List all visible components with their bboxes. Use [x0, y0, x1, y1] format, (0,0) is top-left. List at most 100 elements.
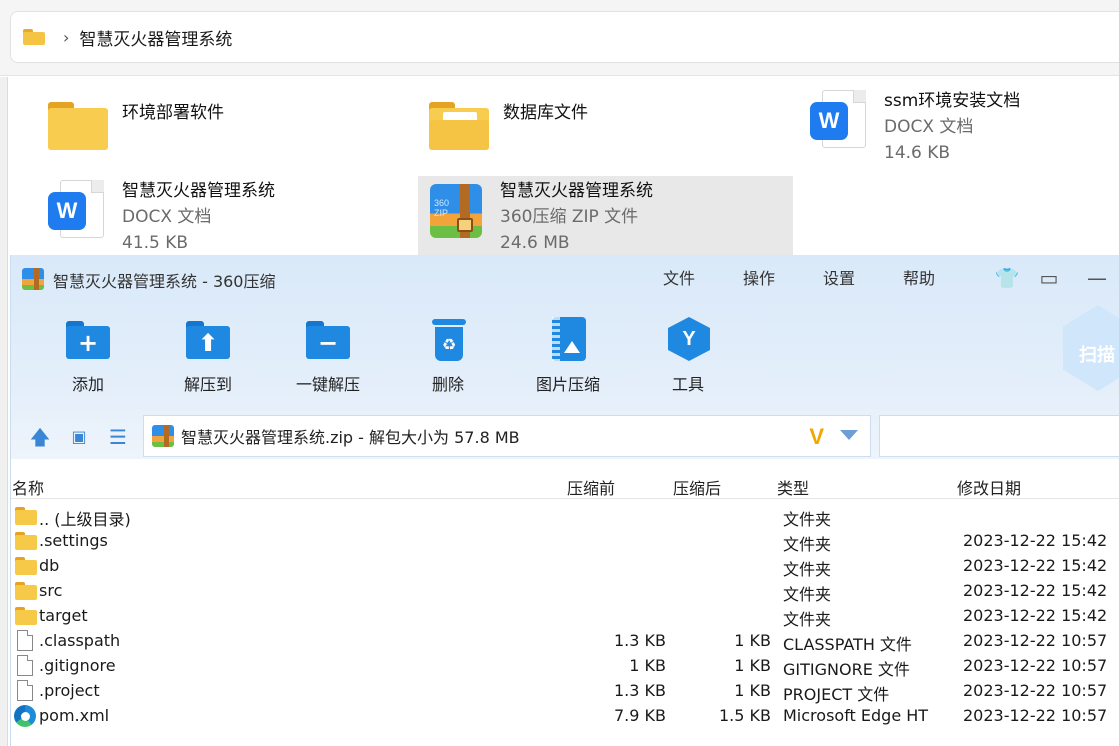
column-compressed-size[interactable]: 压缩后 — [673, 475, 721, 499]
cell-modified-date: 2023-12-22 10:57 — [963, 681, 1108, 700]
tool-label: 解压到 — [183, 375, 232, 394]
up-arrow-icon[interactable]: 🡅 — [28, 426, 52, 448]
skin-shirt-icon[interactable]: 👕 — [994, 265, 1020, 291]
docx-icon: W — [46, 178, 110, 242]
cell-compressed-size: 1.5 KB — [719, 706, 771, 725]
minimize-icon[interactable]: — — [1084, 265, 1110, 291]
image-compress-button[interactable]: 图片压缩 — [513, 317, 623, 395]
file-tile[interactable]: 环境部署软件 — [46, 96, 224, 160]
file-icon — [17, 680, 33, 701]
search-input[interactable] — [879, 415, 1119, 457]
tool-label: 添加 — [71, 375, 104, 394]
navigation-bar: 🡅 ▣ ☰ 智慧灭火器管理系统.zip - 解包大小为 57.8 MB V — [11, 413, 1119, 459]
tool-label: 图片压缩 — [535, 375, 600, 394]
address-bar[interactable]: › 智慧灭火器管理系统 — [10, 11, 1119, 63]
file-tile[interactable]: W 智慧灭火器管理系统 DOCX 文档 41.5 KB — [46, 178, 275, 256]
cell-type: CLASSPATH 文件 — [783, 635, 912, 654]
archive-path: 智慧灭火器管理系统.zip - 解包大小为 57.8 MB — [181, 428, 520, 447]
file-size: 24.6 MB — [500, 233, 570, 253]
cell-name: .project — [39, 681, 100, 700]
column-type[interactable]: 类型 — [777, 475, 809, 499]
file-type: DOCX 文档 — [122, 207, 212, 227]
extract-to-button[interactable]: ⬆ 解压到 — [153, 317, 263, 395]
file-icon — [17, 655, 33, 676]
title-bar[interactable]: 智慧灭火器管理系统 - 360压缩 文件 操作 设置 帮助 👕 ▭ — — [11, 255, 1119, 303]
dropdown-arrow-icon[interactable] — [840, 430, 858, 440]
table-row[interactable]: target 文件夹 2023-12-22 15:42 — [11, 604, 1119, 629]
image-zip-icon — [544, 317, 592, 361]
table-row[interactable]: src 文件夹 2023-12-22 15:42 — [11, 579, 1119, 604]
cell-type: PROJECT 文件 — [783, 685, 890, 704]
file-type: DOCX 文档 — [884, 117, 974, 137]
cell-original-size: 7.9 KB — [614, 706, 666, 725]
edge-browser-icon — [14, 705, 36, 727]
verified-v-icon[interactable]: V — [809, 424, 824, 450]
scan-label[interactable]: 扫描 — [1079, 341, 1115, 367]
cell-type: 文件夹 — [783, 510, 832, 529]
table-row[interactable]: .. (上级目录) 文件夹 — [11, 504, 1119, 529]
breadcrumb[interactable]: 智慧灭火器管理系统 — [79, 25, 232, 50]
chevron-right-icon[interactable]: › — [63, 28, 69, 47]
cell-modified-date: 2023-12-22 15:42 — [963, 606, 1108, 625]
cell-compressed-size: 1 KB — [734, 681, 771, 700]
menu-file[interactable]: 文件 — [663, 265, 695, 289]
table-row[interactable]: .classpath 1.3 KB 1 KB CLASSPATH 文件 2023-12-… — [11, 629, 1119, 654]
feedback-icon[interactable]: ▭ — [1036, 265, 1062, 291]
path-field[interactable]: 智慧灭火器管理系统.zip - 解包大小为 57.8 MB V — [143, 415, 871, 457]
folder-icon — [15, 507, 37, 525]
file-size: 14.6 KB — [884, 143, 951, 163]
cell-name: .settings — [39, 531, 108, 550]
table-row[interactable]: db 文件夹 2023-12-22 15:42 — [11, 554, 1119, 579]
file-name: ssm环境安装文档 — [884, 91, 1021, 111]
zip-archive-icon: 360 ZIP — [424, 178, 488, 242]
delete-button[interactable]: ♻ 删除 — [393, 317, 503, 395]
cell-compressed-size: 1 KB — [734, 656, 771, 675]
cell-modified-date: 2023-12-22 15:42 — [963, 531, 1108, 550]
table-row[interactable]: .settings 文件夹 2023-12-22 15:42 — [11, 529, 1119, 554]
file-name: 智慧灭火器管理系统 — [122, 181, 275, 201]
tools-button[interactable]: Y 工具 — [633, 317, 743, 395]
thumbnail-view-icon[interactable]: ▣ — [67, 426, 91, 448]
add-folder-icon: + — [64, 317, 112, 361]
list-view-icon[interactable]: ☰ — [106, 426, 130, 448]
cell-type: 文件夹 — [783, 585, 832, 604]
table-row[interactable]: .gitignore 1 KB 1 KB GITIGNORE 文件 2023-12-22… — [11, 654, 1119, 679]
one-click-extract-button[interactable]: − 一键解压 — [273, 317, 383, 395]
cell-name: db — [39, 556, 60, 575]
add-button[interactable]: + 添加 — [33, 317, 143, 395]
menu-settings[interactable]: 设置 — [823, 265, 855, 289]
file-tile[interactable]: 数据库文件 — [427, 96, 588, 160]
menu-help[interactable]: 帮助 — [903, 265, 935, 289]
file-tile-selected[interactable]: 360 ZIP 智慧灭火器管理系统 360压缩 ZIP 文件 24.6 MB — [418, 176, 793, 255]
file-tile[interactable]: W ssm环境安装文档 DOCX 文档 14.6 KB — [808, 88, 1020, 166]
cell-name: .gitignore — [39, 656, 116, 675]
cell-name: src — [39, 581, 63, 600]
column-modified-date[interactable]: 修改日期 — [957, 475, 1021, 499]
cell-type: 文件夹 — [783, 535, 832, 554]
zip-window: 智慧灭火器管理系统 - 360压缩 文件 操作 设置 帮助 👕 ▭ — + 添加… — [10, 255, 1119, 746]
zip-header: 智慧灭火器管理系统 - 360压缩 文件 操作 设置 帮助 👕 ▭ — + 添加… — [11, 255, 1119, 459]
table-row[interactable]: .project 1.3 KB 1 KB PROJECT 文件 2023-12-22 1… — [11, 679, 1119, 704]
app-icon — [22, 268, 44, 290]
file-name: 智慧灭火器管理系统 — [500, 181, 653, 201]
folder-icon — [15, 557, 37, 575]
extract-folder-icon: ⬆ — [184, 317, 232, 361]
folder-icon — [23, 29, 45, 45]
cell-original-size: 1 KB — [629, 656, 666, 675]
cell-name: target — [39, 606, 88, 625]
trash-icon: ♻ — [424, 317, 472, 361]
file-size: 41.5 KB — [122, 233, 189, 253]
folder-icon — [46, 96, 110, 160]
docx-icon: W — [808, 88, 872, 152]
file-icon — [17, 630, 33, 651]
cell-original-size: 1.3 KB — [614, 631, 666, 650]
menu-operation[interactable]: 操作 — [743, 265, 775, 289]
cell-type: 文件夹 — [783, 610, 832, 629]
cell-modified-date: 2023-12-22 15:42 — [963, 556, 1108, 575]
table-row[interactable]: pom.xml 7.9 KB 1.5 KB Microsoft Edge HT 2023… — [11, 704, 1119, 729]
column-original-size[interactable]: 压缩前 — [567, 475, 615, 499]
cell-type: 文件夹 — [783, 560, 832, 579]
folder-icon — [15, 582, 37, 600]
cell-type: GITIGNORE 文件 — [783, 660, 910, 679]
column-name[interactable]: 名称 — [12, 475, 44, 499]
